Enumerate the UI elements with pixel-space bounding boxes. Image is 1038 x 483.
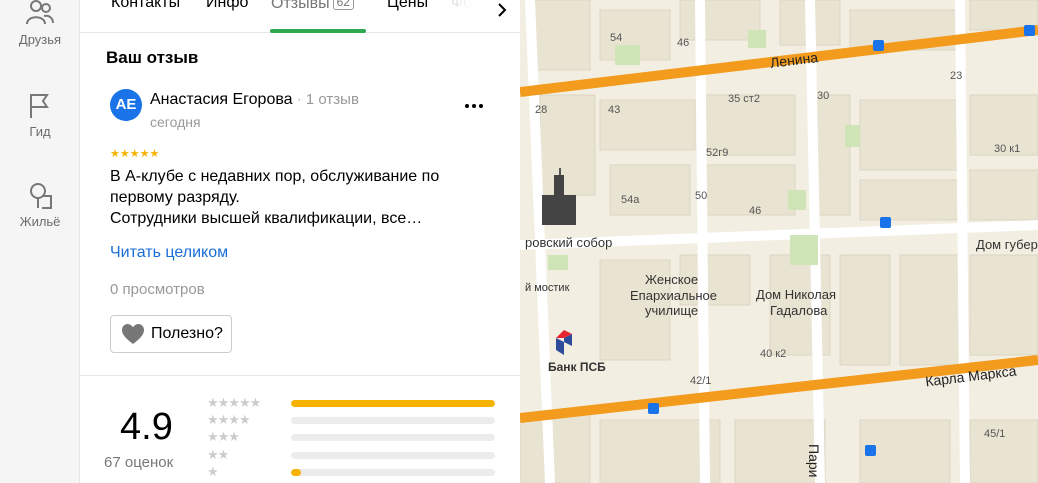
map-house-number: 46 [749, 205, 762, 217]
author-name[interactable]: Анастасия Егорова [150, 91, 293, 108]
distribution-stars: ★★★★★ [207, 395, 261, 410]
author-review-count: 1 отзыв [305, 91, 359, 108]
map-house-number: 50 [695, 190, 708, 202]
map-house-number: 35 ст2 [728, 93, 760, 105]
rail-label-housing: Жильё [19, 214, 61, 229]
review-text-line: первому разряду. [110, 189, 240, 206]
map-house-number: 54 [610, 32, 623, 44]
map-house-number: 23 [950, 70, 963, 82]
rail-item-guide[interactable]: Гид [0, 90, 80, 139]
house-icon [30, 183, 52, 209]
views-count: 0 просмотров [110, 281, 205, 298]
tab-reviews-badge: 62 [332, 0, 354, 10]
map-label-bank[interactable]: Банк ПСБ [548, 360, 606, 374]
distribution-stars: ★★★★ [207, 412, 251, 427]
review-text-line: Сотрудники высшей квалификации, все… [110, 210, 423, 227]
chevron-right-icon [498, 3, 507, 17]
distribution-bar [291, 452, 495, 459]
map-label-school: Епархиальное [630, 288, 718, 303]
map-house-number: 46 [677, 37, 690, 49]
divider [80, 375, 520, 376]
separator-dot: · [296, 91, 302, 108]
distribution-bar-fill [291, 469, 302, 476]
more-options-button[interactable] [464, 92, 484, 115]
map-label-governor: Дом губер [976, 237, 1038, 252]
heart-icon [122, 324, 144, 344]
distribution-stars: ★★ [207, 447, 229, 462]
review-date: сегодня [150, 114, 201, 130]
rating-count: 67 оценок [104, 454, 174, 471]
useful-label: Полезно? [151, 325, 223, 342]
tab-bar: Контакты Инфо Отзывы62 Цены Фо [80, 0, 520, 33]
map-label-gadalov: Гадалова [770, 303, 828, 318]
tab-reviews-label: Отзывы [271, 0, 330, 12]
tab-fade [430, 0, 490, 30]
map-house-number: 30 [817, 90, 830, 102]
rail-label-friends: Друзья [18, 32, 62, 47]
rail-label-guide: Гид [29, 124, 51, 139]
rail-item-friends[interactable]: Друзья [0, 0, 80, 47]
distribution-bar-fill [291, 400, 495, 407]
read-more-link[interactable]: Читать целиком [110, 244, 228, 262]
your-review-title: Ваш отзыв [106, 48, 199, 67]
friends-icon [26, 0, 54, 25]
distribution-bar [291, 417, 495, 424]
distribution-bar [291, 400, 495, 407]
avatar[interactable]: АЕ [110, 89, 142, 121]
map-house-number: 54а [621, 194, 640, 206]
tab-contacts[interactable]: Контакты [111, 0, 180, 12]
map-house-number: 42/1 [690, 375, 712, 387]
more-dots-icon [465, 104, 483, 108]
tab-reviews[interactable]: Отзывы 62 [271, 0, 354, 13]
active-tab-indicator [270, 29, 366, 33]
distribution-bar [291, 434, 495, 441]
map-label-school: Женское [645, 272, 699, 287]
rail-item-housing[interactable]: Жильё [0, 180, 80, 229]
organization-panel: Контакты Инфо Отзывы62 Цены Фо Ваш отзыв… [80, 0, 520, 483]
map-house-number: 45/1 [984, 428, 1006, 440]
map-label-gadalov: Дом Николая [756, 287, 837, 302]
left-rail: Друзья Гид Жильё [0, 0, 80, 483]
tab-info[interactable]: Инфо [206, 0, 248, 12]
street-label-pari: Пари [806, 444, 822, 478]
review-text-line: В А-клубе с недавних пор, обслуживание п… [110, 168, 440, 185]
tab-prices[interactable]: Цены [387, 0, 428, 12]
rating-value: 4.9 [120, 406, 173, 448]
map-house-number: 30 к1 [994, 143, 1021, 155]
map-house-number: 52г9 [706, 147, 729, 159]
distribution-stars: ★★★ [207, 429, 240, 444]
map-label-bridge: й мостик [525, 282, 570, 294]
map-house-number: 43 [608, 104, 621, 116]
useful-button[interactable]: Полезно? [110, 315, 232, 353]
map-house-number: 40 к2 [760, 348, 787, 360]
flag-icon [30, 94, 49, 118]
map-label-school: училище [645, 303, 699, 318]
map[interactable]: Ленина Карла Маркса Пари ровский собор Ж… [520, 0, 1038, 483]
bank-psb-logo-icon [556, 330, 572, 355]
map-label-cathedral: ровский собор [525, 235, 613, 250]
review-stars: ★★★★★ [110, 148, 160, 160]
map-house-number: 28 [535, 104, 548, 116]
distribution-bar [291, 469, 495, 476]
review-author: Анастасия Егорова · 1 отзыв [150, 91, 359, 109]
distribution-stars: ★ [207, 464, 219, 479]
tab-scroll-right-button[interactable] [484, 0, 520, 28]
review-text: В А-клубе с недавних пор, обслуживание п… [110, 166, 490, 229]
